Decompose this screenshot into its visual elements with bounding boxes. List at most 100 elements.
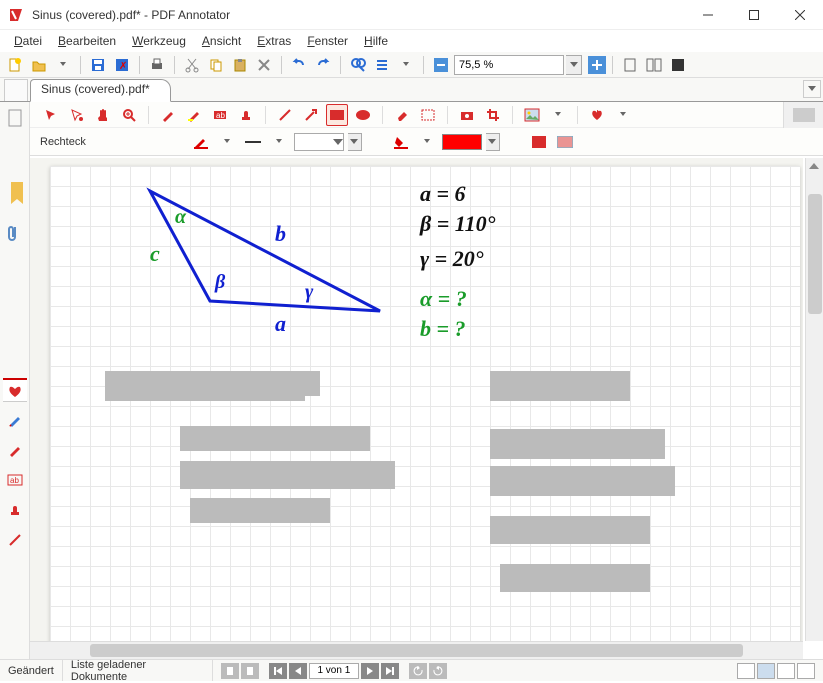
- paste-button[interactable]: [229, 54, 251, 76]
- zoom-out-button[interactable]: [430, 54, 452, 76]
- nav-next[interactable]: [361, 663, 379, 679]
- stroke-color-dropdown[interactable]: [216, 131, 238, 153]
- doc-tab-active[interactable]: Sinus (covered).pdf*: [30, 79, 171, 102]
- status-doclist[interactable]: Liste geladener Dokumente: [63, 660, 213, 681]
- fill-none-select[interactable]: [294, 133, 344, 151]
- fill-color-dropdown[interactable]: [416, 131, 438, 153]
- line-tool[interactable]: [274, 104, 296, 126]
- ribbon-collapse[interactable]: [783, 102, 823, 128]
- rectangle-tool[interactable]: [326, 104, 348, 126]
- delete-button[interactable]: [253, 54, 275, 76]
- undo-button[interactable]: [288, 54, 310, 76]
- lasso-tool[interactable]: [66, 104, 88, 126]
- nav-last[interactable]: [381, 663, 399, 679]
- sidebar-pen[interactable]: [3, 408, 27, 432]
- list-button[interactable]: [371, 54, 393, 76]
- text-tool[interactable]: ab: [209, 104, 231, 126]
- hand-tool[interactable]: [92, 104, 114, 126]
- nav-back[interactable]: [409, 663, 427, 679]
- page-input[interactable]: [309, 663, 359, 679]
- sidebar-favorites[interactable]: [3, 378, 27, 402]
- sidebar-stamp[interactable]: [3, 498, 27, 522]
- zoom-input[interactable]: [454, 55, 564, 75]
- cut-button[interactable]: [181, 54, 203, 76]
- stroke-width-button[interactable]: [242, 131, 264, 153]
- new-tab-button[interactable]: [4, 79, 28, 101]
- menu-edit[interactable]: Bearbeiten: [50, 32, 124, 50]
- snapshot-tool[interactable]: [456, 104, 478, 126]
- sidebar-attachment-icon[interactable]: [3, 222, 27, 246]
- nav-button-2[interactable]: [241, 663, 259, 679]
- maximize-button[interactable]: [731, 0, 777, 30]
- hscroll-thumb[interactable]: [90, 644, 743, 657]
- sidebar-bookmark-icon[interactable]: [11, 182, 19, 204]
- zoom-tool[interactable]: [118, 104, 140, 126]
- nav-forward[interactable]: [429, 663, 447, 679]
- menu-file[interactable]: Datei: [6, 32, 50, 50]
- fullscreen-button[interactable]: [667, 54, 689, 76]
- save-x-button[interactable]: ✗: [111, 54, 133, 76]
- layout-single-button[interactable]: [619, 54, 641, 76]
- fill-highlight-button[interactable]: [554, 131, 576, 153]
- select-tool[interactable]: [40, 104, 62, 126]
- nav-prev[interactable]: [289, 663, 307, 679]
- stroke-width-dropdown[interactable]: [268, 131, 290, 153]
- view-mode-3[interactable]: [777, 663, 795, 679]
- document-tabs: Sinus (covered).pdf*: [0, 78, 823, 102]
- horizontal-scrollbar[interactable]: [30, 641, 803, 659]
- crop-tool[interactable]: [482, 104, 504, 126]
- view-mode-2[interactable]: [757, 663, 775, 679]
- canvas-area[interactable]: α β γ a b c a = 6 β = 110° γ = 20° α = ?…: [30, 158, 803, 641]
- vertical-scrollbar[interactable]: [805, 158, 823, 641]
- nav-button-1[interactable]: [221, 663, 239, 679]
- menu-extras[interactable]: Extras: [249, 32, 299, 50]
- stroke-color-button[interactable]: [190, 131, 212, 153]
- pen-tool[interactable]: [157, 104, 179, 126]
- sidebar-marker[interactable]: [3, 438, 27, 462]
- minimize-button[interactable]: [685, 0, 731, 30]
- layout-double-button[interactable]: [643, 54, 665, 76]
- scroll-up-icon[interactable]: [806, 158, 822, 174]
- view-mode-1[interactable]: [737, 663, 755, 679]
- menu-tool[interactable]: Werkzeug: [124, 32, 194, 50]
- ellipse-tool[interactable]: [352, 104, 374, 126]
- redo-button[interactable]: [312, 54, 334, 76]
- favorite-tool[interactable]: [586, 104, 608, 126]
- eraser-tool[interactable]: [391, 104, 413, 126]
- arrow-tool[interactable]: [300, 104, 322, 126]
- stamp-tool[interactable]: [235, 104, 257, 126]
- view-mode-4[interactable]: [797, 663, 815, 679]
- image-dropdown[interactable]: [547, 104, 569, 126]
- tabs-dropdown[interactable]: [803, 80, 821, 98]
- fill-color-button[interactable]: [390, 131, 412, 153]
- fill-solid-button[interactable]: [528, 131, 550, 153]
- zoom-dropdown[interactable]: [566, 55, 582, 75]
- sidebar-line[interactable]: [3, 528, 27, 552]
- list-dropdown[interactable]: [395, 54, 417, 76]
- scroll-thumb[interactable]: [808, 194, 822, 314]
- find-button[interactable]: [347, 54, 369, 76]
- title-bar: Sinus (covered).pdf* - PDF Annotator: [0, 0, 823, 30]
- erase-area-tool[interactable]: [417, 104, 439, 126]
- fill-none-dropdown[interactable]: [348, 133, 362, 151]
- image-tool[interactable]: [521, 104, 543, 126]
- menu-help[interactable]: Hilfe: [356, 32, 396, 50]
- left-sidebar: ab: [0, 102, 30, 659]
- save-button[interactable]: [87, 54, 109, 76]
- new-button[interactable]: [4, 54, 26, 76]
- close-button[interactable]: [777, 0, 823, 30]
- print-button[interactable]: [146, 54, 168, 76]
- copy-button[interactable]: [205, 54, 227, 76]
- open-dropdown[interactable]: [52, 54, 74, 76]
- nav-first[interactable]: [269, 663, 287, 679]
- sidebar-page-icon[interactable]: [3, 106, 27, 130]
- sidebar-text[interactable]: ab: [3, 468, 27, 492]
- menu-view[interactable]: Ansicht: [194, 32, 249, 50]
- highlighter-tool[interactable]: [183, 104, 205, 126]
- open-button[interactable]: [28, 54, 50, 76]
- fill-preview-dropdown[interactable]: [486, 133, 500, 151]
- pdf-page[interactable]: α β γ a b c a = 6 β = 110° γ = 20° α = ?…: [50, 166, 800, 641]
- menu-window[interactable]: Fenster: [299, 32, 356, 50]
- zoom-in-button[interactable]: [588, 56, 606, 74]
- favorite-dropdown[interactable]: [612, 104, 634, 126]
